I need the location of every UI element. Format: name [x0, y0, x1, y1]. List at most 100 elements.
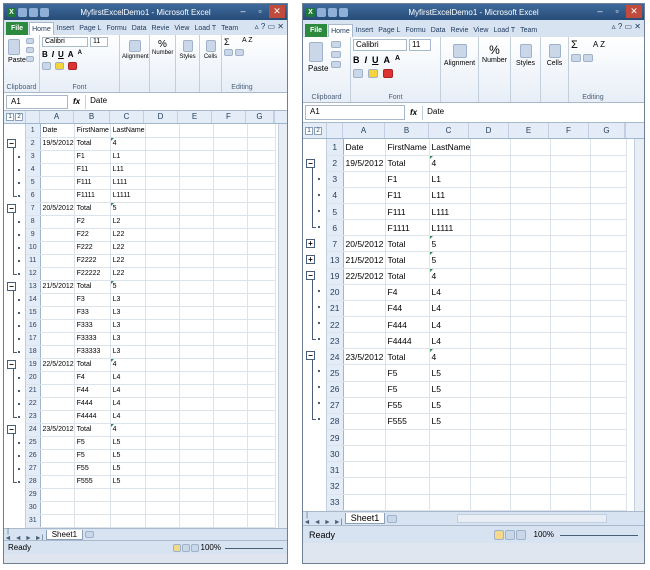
- firstname-cell[interactable]: F333: [74, 319, 111, 333]
- empty-cell[interactable]: [179, 501, 214, 515]
- date-cell[interactable]: [40, 319, 75, 333]
- empty-cell[interactable]: [213, 449, 248, 463]
- firstname-cell[interactable]: F11: [385, 187, 430, 205]
- redo-icon[interactable]: [40, 7, 49, 17]
- empty-cell[interactable]: [510, 235, 552, 253]
- empty-cell[interactable]: [213, 475, 248, 489]
- empty-cell[interactable]: [179, 397, 214, 411]
- date-cell[interactable]: [40, 514, 75, 529]
- empty-cell[interactable]: [550, 284, 592, 301]
- firstname-cell[interactable]: Total: [74, 423, 111, 437]
- fill-color-icon[interactable]: [55, 62, 64, 70]
- empty-cell[interactable]: [470, 413, 512, 431]
- empty-cell[interactable]: [145, 124, 180, 138]
- empty-cell[interactable]: [510, 429, 552, 447]
- empty-cell[interactable]: [145, 267, 180, 281]
- firstname-cell[interactable]: F4: [74, 371, 111, 385]
- firstname-cell[interactable]: F4: [385, 284, 430, 301]
- empty-cell[interactable]: [145, 332, 180, 346]
- lastname-cell[interactable]: L22: [110, 267, 146, 281]
- empty-cell[interactable]: [179, 189, 214, 203]
- date-cell[interactable]: [40, 267, 75, 281]
- empty-cell[interactable]: [213, 150, 248, 164]
- row-header[interactable]: 20: [327, 284, 344, 301]
- column-header[interactable]: C: [110, 111, 144, 123]
- empty-cell[interactable]: [145, 254, 180, 268]
- column-header[interactable]: F: [549, 123, 589, 138]
- empty-cell[interactable]: [550, 139, 592, 156]
- date-cell[interactable]: [343, 171, 386, 188]
- firstname-cell[interactable]: Total: [74, 137, 111, 151]
- empty-cell[interactable]: [510, 139, 552, 156]
- empty-cell[interactable]: [510, 171, 552, 188]
- lastname-cell[interactable]: L3: [110, 319, 146, 333]
- empty-cell[interactable]: [145, 241, 180, 255]
- row-header[interactable]: 26: [327, 381, 344, 398]
- name-box[interactable]: A1: [6, 94, 68, 109]
- empty-cell[interactable]: [510, 203, 552, 221]
- empty-cell[interactable]: [247, 319, 276, 333]
- row-header[interactable]: 7: [26, 202, 41, 216]
- lastname-cell[interactable]: [429, 429, 472, 447]
- empty-cell[interactable]: [590, 235, 628, 253]
- date-cell[interactable]: [40, 436, 75, 450]
- empty-cell[interactable]: [247, 124, 276, 138]
- empty-cell[interactable]: [179, 280, 214, 294]
- firstname-cell[interactable]: FirstName: [74, 124, 111, 138]
- date-cell[interactable]: [343, 364, 386, 382]
- restore-icon[interactable]: ▫: [252, 5, 268, 18]
- empty-cell[interactable]: [213, 319, 248, 333]
- lastname-cell[interactable]: L3: [110, 345, 146, 359]
- column-header[interactable]: B: [385, 123, 429, 138]
- empty-cell[interactable]: [470, 251, 512, 269]
- ribbon-tab[interactable]: Load T: [192, 22, 218, 35]
- empty-cell[interactable]: [145, 358, 180, 372]
- normal-view-icon[interactable]: [494, 529, 504, 540]
- empty-cell[interactable]: [590, 364, 628, 382]
- firstname-cell[interactable]: Total: [385, 251, 430, 269]
- insert-sheet-icon[interactable]: [85, 531, 95, 538]
- empty-cell[interactable]: [213, 267, 248, 281]
- empty-cell[interactable]: [550, 316, 592, 334]
- firstname-cell[interactable]: F2222: [74, 254, 111, 268]
- empty-cell[interactable]: [179, 488, 214, 502]
- empty-cell[interactable]: [550, 461, 592, 479]
- sheet-tab-sheet1[interactable]: Sheet1: [344, 513, 386, 524]
- lastname-cell[interactable]: L4: [429, 332, 472, 350]
- row-header[interactable]: 1: [26, 124, 41, 138]
- empty-cell[interactable]: [510, 268, 552, 285]
- outline-expand-button[interactable]: +: [306, 254, 315, 264]
- empty-cell[interactable]: [470, 300, 512, 318]
- ribbon-help-controls[interactable]: ▵ ? ▭ ✕: [255, 22, 284, 31]
- empty-cell[interactable]: [247, 514, 276, 529]
- empty-cell[interactable]: [470, 397, 512, 414]
- empty-cell[interactable]: [470, 235, 512, 253]
- sheet-tab-sheet1[interactable]: Sheet1: [45, 529, 84, 540]
- empty-cell[interactable]: [510, 461, 552, 479]
- empty-cell[interactable]: [247, 332, 276, 346]
- font-color-icon[interactable]: [383, 69, 393, 78]
- empty-cell[interactable]: [145, 280, 180, 294]
- styles-group[interactable]: Styles: [511, 37, 541, 102]
- firstname-cell[interactable]: F1: [74, 150, 111, 164]
- ribbon-tab[interactable]: View: [471, 24, 490, 37]
- empty-cell[interactable]: [213, 189, 248, 203]
- date-cell[interactable]: 22/5/2012: [343, 268, 386, 285]
- row-header[interactable]: 6: [26, 189, 41, 203]
- page-break-view-icon[interactable]: [516, 529, 526, 540]
- ribbon-tab[interactable]: Page L: [376, 24, 402, 37]
- select-all-corner[interactable]: [327, 123, 343, 138]
- lastname-cell[interactable]: L5: [429, 413, 472, 431]
- paste-icon[interactable]: [309, 42, 323, 62]
- lastname-cell[interactable]: L5: [110, 436, 146, 450]
- row-header[interactable]: 27: [26, 462, 41, 476]
- row-header[interactable]: 13: [327, 251, 344, 269]
- empty-cell[interactable]: [550, 155, 592, 172]
- empty-cell[interactable]: [179, 306, 214, 320]
- row-header[interactable]: 29: [26, 488, 41, 502]
- column-header[interactable]: C: [429, 123, 469, 138]
- ribbon-tab[interactable]: File: [305, 24, 328, 37]
- firstname-cell[interactable]: Total: [74, 280, 111, 294]
- row-header[interactable]: 12: [26, 267, 41, 281]
- empty-cell[interactable]: [247, 410, 276, 424]
